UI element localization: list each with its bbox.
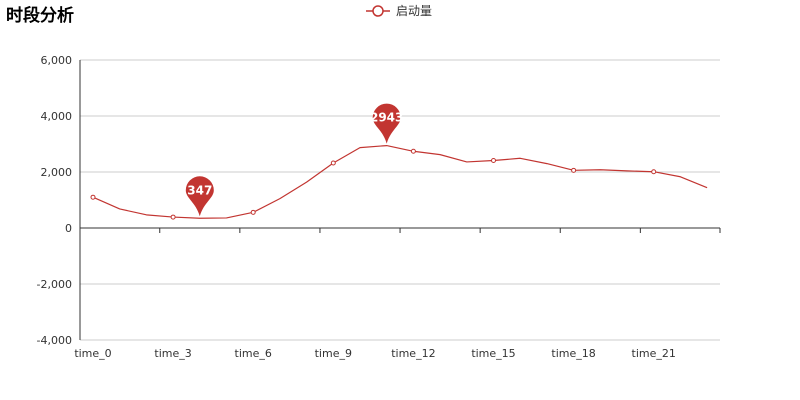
grid-lines [80,59,720,341]
line-chart: 启动量 -4,000 -2,000 0 2,000 4,000 6,000 time_0 ti… [37,4,721,360]
x-tick-label: time_18 [551,347,595,360]
y-tick-label: -4,000 [37,334,72,347]
pin-label: 2943 [370,111,403,125]
y-tick-label: 0 [65,222,72,235]
mark-points: 347 2943 [185,103,403,217]
pin-label: 347 [187,183,212,197]
series-layer [90,144,708,220]
legend[interactable]: 启动量 [366,4,432,18]
mark-point-pin[interactable]: 347 [185,176,214,217]
x-tick-label: time_9 [315,347,352,360]
data-point[interactable] [491,158,496,164]
data-point[interactable] [170,214,176,220]
x-tick-label: time_15 [471,347,515,360]
y-tick-label: 4,000 [41,110,73,123]
data-point[interactable] [651,169,657,175]
legend-entry-label: 启动量 [396,4,432,18]
x-tick-label: time_0 [74,347,111,360]
y-tick-label: 2,000 [41,166,73,179]
data-point[interactable] [330,160,336,166]
x-tick-label: time_12 [391,347,435,360]
legend-circle-marker [372,5,384,17]
y-tick-label: -2,000 [37,278,72,291]
x-tick-label: time_21 [632,347,676,360]
series-line [92,144,708,219]
axes: -4,000 -2,000 0 2,000 4,000 6,000 time_0 time_3… [37,54,721,360]
x-tick-label: time_3 [154,347,191,360]
data-point[interactable] [571,167,577,173]
mark-point-pin[interactable]: 2943 [370,103,403,144]
y-tick-label: 6,000 [41,54,73,67]
data-point[interactable] [250,209,256,215]
x-tick-label: time_6 [235,347,272,360]
data-point[interactable] [410,148,416,154]
data-point[interactable] [90,194,96,200]
